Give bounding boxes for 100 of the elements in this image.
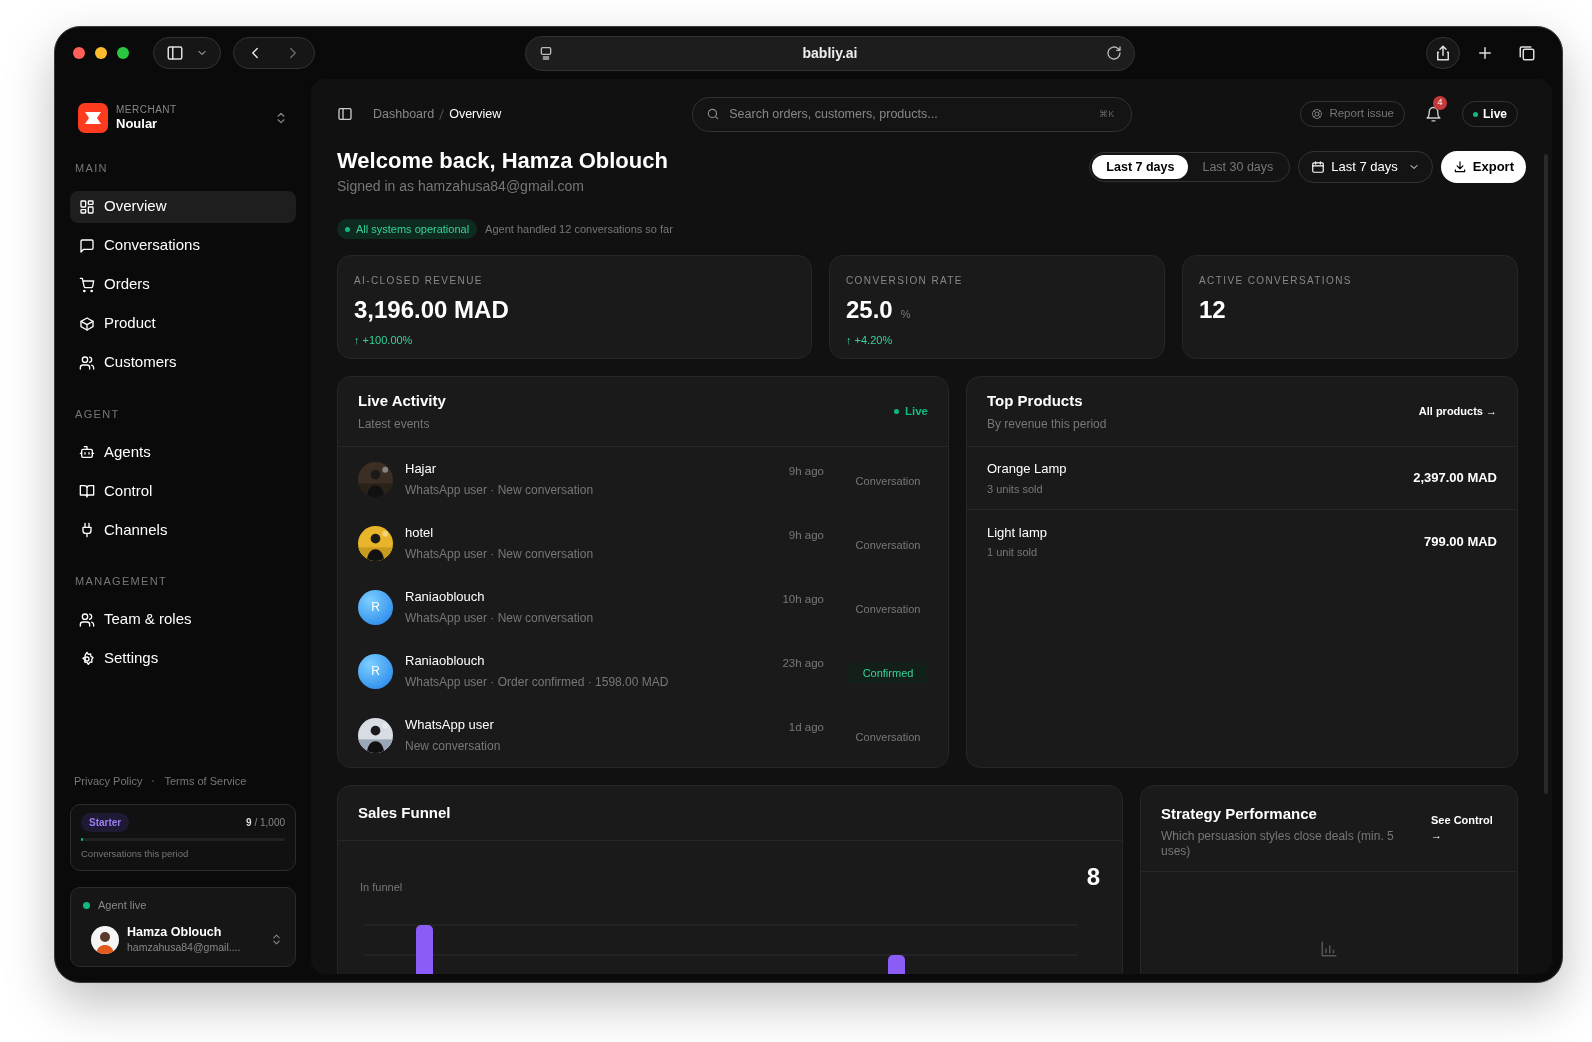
product-revenue: 2,397.00 MAD	[1413, 469, 1497, 488]
kpi-delta: ↑ +4.20%	[846, 333, 894, 348]
event-detail: WhatsApp user · New conversation	[405, 545, 595, 563]
agent-status: Agent live	[98, 897, 147, 913]
event-time: 9h ago	[788, 528, 824, 543]
event-tag: Confirmed	[848, 662, 928, 684]
bell-icon[interactable]	[1425, 105, 1442, 123]
users-icon	[79, 354, 95, 371]
sidebar-item[interactable]: Overview	[70, 190, 296, 223]
tabs-icon	[1518, 44, 1536, 62]
sidebar-icon[interactable]	[337, 106, 353, 122]
agent-card[interactable]: Agent live Hamza Oblouch hamzahusa84@gmail....	[70, 886, 296, 967]
export-button[interactable]: Export	[1440, 151, 1526, 183]
product-row[interactable]: Light lamp 1 unit sold 799.00 MAD	[967, 510, 1517, 573]
grid-icon	[79, 198, 95, 215]
box-icon	[79, 315, 95, 332]
card-title: Top Products	[987, 390, 1084, 411]
settings-icon	[79, 650, 95, 667]
activity-row[interactable]: Hajar WhatsApp user · New conversation 9h ago Conversation	[358, 447, 928, 511]
section-title: MANAGEMENT	[74, 574, 169, 589]
sidebar-item[interactable]: Settings	[70, 642, 296, 675]
event-time: 23h ago	[782, 656, 824, 671]
plan-badge: Starter	[81, 812, 130, 832]
sidebar-item[interactable]: Product	[70, 307, 296, 340]
calendar-icon	[1311, 160, 1326, 174]
address-bar[interactable]: babliy.ai	[525, 35, 1135, 71]
breadcrumb-item[interactable]: Dashboard	[373, 104, 435, 124]
card-title: Sales Funnel	[358, 802, 451, 823]
activity-row[interactable]: R Raniaoblouch WhatsApp user · Order confirmed · 1598.00 MAD 23h ago Confirmed	[358, 639, 928, 703]
switch-icon[interactable]	[270, 933, 283, 947]
sidebar-item[interactable]: Channels	[70, 514, 296, 546]
notification-badge: 4	[1433, 95, 1447, 110]
sidebar-item[interactable]: Team & roles	[70, 603, 296, 636]
avatar-initial: R	[358, 589, 393, 625]
breadcrumb-item: Overview	[449, 105, 502, 123]
units-sold: 1 unit sold	[987, 545, 1039, 560]
kpi-label: AI-CLOSED REVENUE	[354, 274, 484, 288]
download-icon	[1452, 160, 1467, 174]
event-time: 1d ago	[788, 720, 824, 735]
range-tab[interactable]: Last 7 days	[1092, 155, 1189, 179]
sidebar-item[interactable]: Conversations	[70, 229, 296, 262]
reload-icon[interactable]	[1106, 45, 1122, 61]
sidebar-toggle-button[interactable]	[153, 37, 221, 69]
kpi-delta: ↑ +100.00%	[354, 333, 414, 348]
kpi-value: 3,196.00 MAD	[354, 295, 509, 325]
activity-row[interactable]: hotel WhatsApp user · New conversation 9h ago Conversation	[358, 511, 928, 575]
date-picker[interactable]: Last 7 days	[1298, 151, 1433, 183]
contact-name: Hajar	[405, 460, 438, 479]
event-time: 9h ago	[788, 464, 824, 479]
plug-icon	[79, 522, 95, 538]
kpi-value: 25.0	[846, 295, 893, 325]
sidebar-item[interactable]: Agents	[70, 436, 296, 468]
bar-chart-icon	[1320, 940, 1338, 958]
kpi-label: ACTIVE CONVERSATIONS	[1199, 274, 1353, 288]
range-tab[interactable]: Last 30 days	[1188, 155, 1288, 179]
event-tag: Conversation	[848, 534, 928, 556]
users-icon	[79, 611, 95, 628]
activity-row[interactable]: R Raniaoblouch WhatsApp user · New conversation 10h ago Conversation	[358, 575, 928, 639]
kpi-value: 12	[1199, 295, 1226, 325]
all-products-link[interactable]: All products →	[1418, 403, 1497, 420]
product-row[interactable]: Orange Lamp 3 units sold 2,397.00 MAD	[967, 447, 1517, 510]
robot-icon	[79, 444, 95, 460]
sidebar-item[interactable]: Orders	[70, 268, 296, 301]
footer-link[interactable]: Terms of Service	[164, 773, 247, 790]
chat-bubble-icon	[79, 237, 95, 254]
section-title: AGENT	[74, 406, 121, 422]
product-name: Light lamp	[987, 523, 1047, 542]
status-note: Agent handled 12 conversations so far	[485, 221, 673, 237]
event-detail: WhatsApp user · New conversation	[405, 609, 595, 627]
share-button[interactable]	[1426, 37, 1460, 69]
signed-in-text: Signed in as hamzahusa84@gmail.com	[337, 177, 585, 196]
share-icon	[1434, 44, 1452, 62]
product-revenue: 799.00 MAD	[1424, 532, 1497, 551]
section-title: MAIN	[74, 161, 109, 176]
funnel-label: In funnel	[360, 879, 403, 895]
flag-icon	[84, 110, 102, 126]
card-title: Live Activity	[358, 390, 446, 411]
activity-row[interactable]: WhatsApp user New conversation 1d ago Conversation	[358, 703, 928, 767]
units-sold: 3 units sold	[987, 481, 1044, 497]
see-control-link[interactable]: See Control →	[1431, 813, 1497, 843]
contact-name: WhatsApp user	[405, 716, 495, 735]
product-name: Orange Lamp	[987, 460, 1067, 478]
sidebar-item[interactable]: Control	[70, 475, 296, 507]
event-detail: WhatsApp user · Order confirmed · 1598.00 MAD	[405, 673, 670, 691]
merchant-name: Noular	[116, 116, 159, 133]
book-icon	[79, 483, 95, 499]
event-detail: WhatsApp user · New conversation	[405, 481, 595, 499]
avatar	[91, 925, 119, 954]
welcome-title: Welcome back, Hamza Oblouch	[337, 147, 668, 175]
live-indicator: Live	[894, 402, 928, 421]
card-subtitle: By revenue this period	[987, 416, 1107, 434]
cart-icon	[79, 276, 95, 293]
footer-link[interactable]: Privacy Policy	[74, 773, 143, 790]
avatar-initial: R	[358, 653, 393, 689]
user-name: Hamza Oblouch	[127, 925, 223, 941]
usage-count: 9 / 1,000	[246, 815, 285, 830]
sidebar-item[interactable]: Customers	[70, 346, 296, 379]
event-tag: Conversation	[848, 470, 928, 492]
user-email: hamzahusa84@gmail....	[127, 940, 241, 954]
sidebar-icon	[166, 44, 184, 62]
